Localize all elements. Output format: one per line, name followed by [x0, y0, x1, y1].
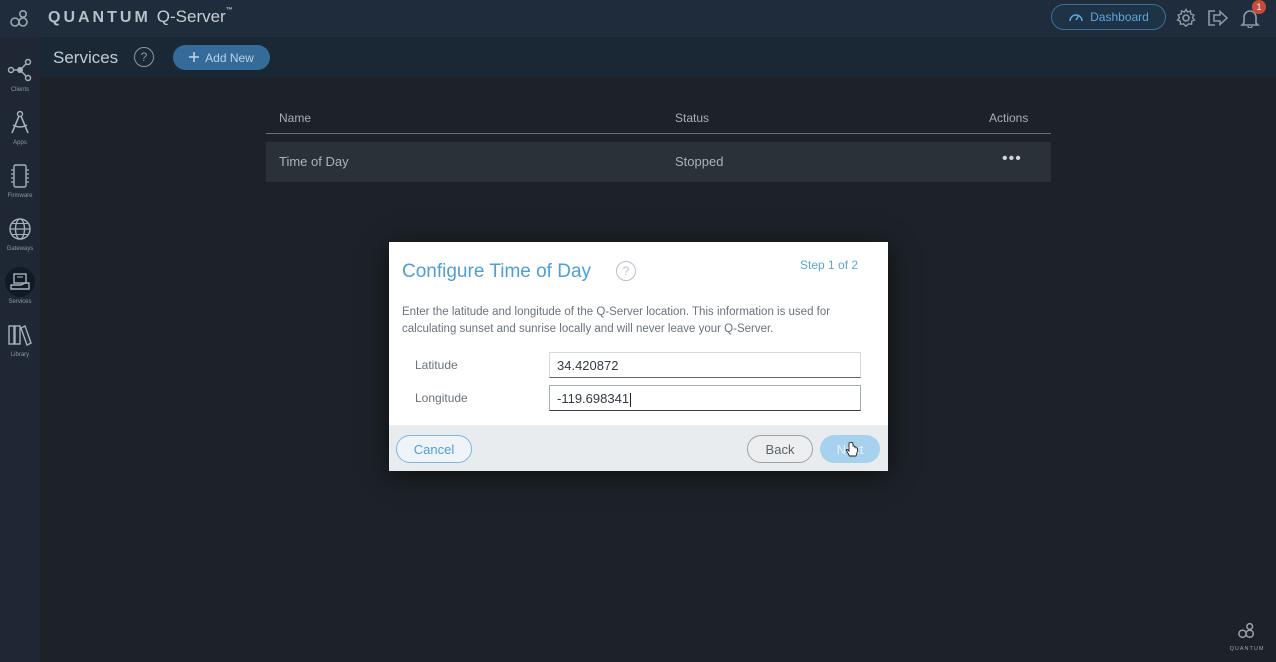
notification-badge: 1 [1252, 0, 1266, 14]
sidebar-item-label: Firmware [7, 193, 33, 199]
quantum-footer-logo: QUANTUM [1226, 622, 1268, 652]
latitude-value: 34.420872 [557, 358, 619, 373]
dashboard-gauge-icon [1068, 10, 1084, 25]
back-button[interactable]: Back [747, 435, 813, 463]
latitude-input[interactable]: 34.420872 [549, 352, 861, 378]
step-indicator: Step 1 of 2 [800, 258, 859, 272]
service-name: Time of Day [279, 154, 349, 169]
add-new-button[interactable]: Add New [173, 45, 270, 70]
apps-icon [5, 108, 35, 138]
help-icon[interactable]: ? [616, 261, 636, 281]
cancel-button[interactable]: Cancel [396, 435, 472, 463]
sidebar-item-apps[interactable]: Apps [0, 108, 40, 160]
services-table: Name Status Actions Time of Day Stopped … [266, 105, 1051, 182]
sidebar-item-label: Gateways [6, 246, 34, 252]
service-status: Stopped [675, 154, 724, 169]
page-header: Services ? Add New [40, 37, 1276, 77]
services-icon [5, 267, 35, 297]
text-caret [630, 392, 632, 407]
firmware-icon [5, 161, 35, 191]
add-new-label: Add New [205, 50, 254, 65]
page-title: Services [53, 48, 119, 67]
sidebar-item-label: Clients [10, 87, 30, 93]
sidebar-item-services[interactable]: Services [0, 267, 40, 319]
longitude-label: Longitude [415, 391, 468, 405]
configure-modal: Configure Time of Day ? Step 1 of 2 Ente… [389, 242, 888, 471]
brand-title: QUANTUM Q-Server™ [48, 7, 233, 27]
sidebar-item-clients[interactable]: Clients [0, 55, 40, 107]
dashboard-label: Dashboard [1090, 10, 1149, 24]
clients-icon [5, 55, 35, 85]
modal-title: Configure Time of Day [402, 261, 592, 282]
sidebar-item-gateways[interactable]: Gateways [0, 214, 40, 266]
quantum-logo-icon[interactable] [0, 0, 40, 37]
latitude-label: Latitude [415, 358, 458, 372]
plus-icon [189, 51, 200, 65]
hand-cursor-icon [845, 441, 859, 463]
sidebar: Clients Apps Firmware Gateways Services … [0, 37, 40, 662]
more-actions-icon[interactable]: ••• [1002, 150, 1022, 168]
sidebar-item-library[interactable]: Library [0, 320, 40, 372]
longitude-value: -119.698341 [557, 391, 630, 406]
sidebar-item-label: Services [8, 299, 32, 305]
library-icon [5, 320, 35, 350]
longitude-input[interactable]: -119.698341 [549, 385, 861, 411]
help-icon[interactable]: ? [134, 47, 154, 67]
dashboard-button[interactable]: Dashboard [1051, 4, 1166, 30]
column-header-status: Status [675, 111, 710, 125]
table-row[interactable]: Time of Day Stopped ••• [266, 142, 1051, 182]
table-header: Name Status Actions [266, 105, 1051, 134]
trademark: ™ [225, 7, 233, 14]
column-header-name: Name [279, 111, 312, 125]
logout-icon[interactable] [1206, 6, 1230, 30]
brand-name: QUANTUM [48, 9, 151, 26]
top-bar: QUANTUM Q-Server™ Dashboard 1 [0, 0, 1276, 37]
sidebar-item-firmware[interactable]: Firmware [0, 161, 40, 213]
sidebar-item-label: Apps [13, 140, 27, 146]
gear-icon[interactable] [1174, 6, 1198, 30]
modal-footer: Cancel Back Next [389, 425, 888, 471]
column-header-actions: Actions [989, 111, 1029, 125]
quantum-logo-icon [1237, 622, 1257, 645]
footer-logo-text: QUANTUM [1229, 646, 1265, 652]
sidebar-item-label: Library [10, 352, 30, 358]
modal-description: Enter the latitude and longitude of the … [402, 306, 831, 335]
gateways-icon [5, 214, 35, 244]
product-name: Q-Server [156, 7, 226, 26]
